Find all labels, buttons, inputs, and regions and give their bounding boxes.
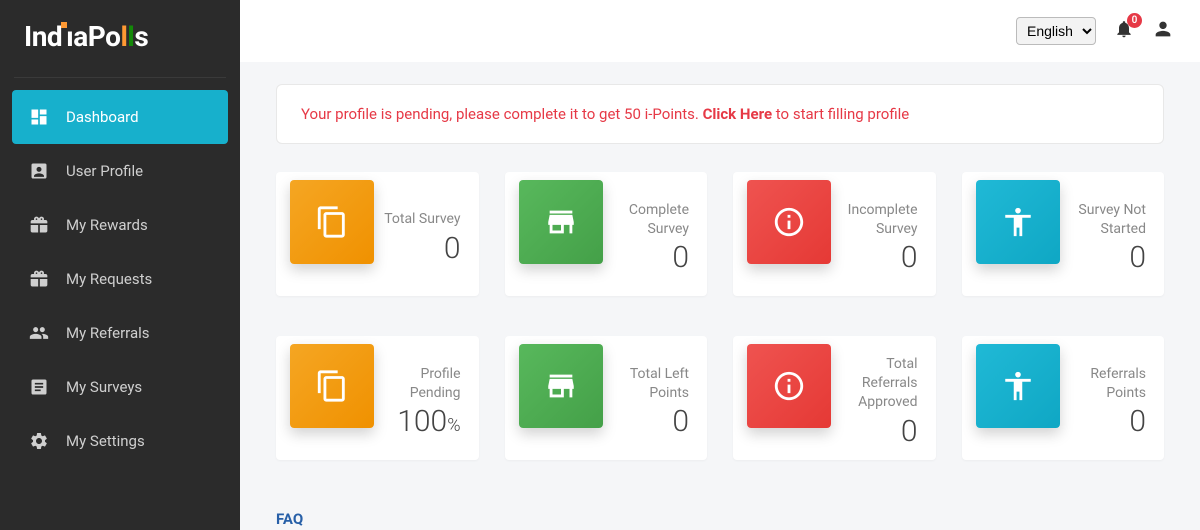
sidebar-item-label: Dashboard (66, 108, 139, 126)
store-icon (519, 344, 603, 428)
card-value: 100% (374, 404, 461, 439)
card-profile-pending: Profile Pending 100% (276, 336, 479, 460)
card-label: Total Survey (374, 210, 461, 229)
card-label: Profile Pending (374, 365, 461, 403)
sidebar-item-label: My Referrals (66, 324, 150, 342)
sidebar-item-label: My Settings (66, 432, 145, 450)
info-icon (747, 180, 831, 264)
card-total-referrals-approved: Total Referrals Approved 0 (733, 336, 936, 460)
stats-row-2: Profile Pending 100% Total Left Points 0 (276, 336, 1164, 460)
sidebar-item-my-requests[interactable]: My Requests (12, 252, 228, 306)
stats-row-1: Total Survey 0 Complete Survey 0 (276, 172, 1164, 296)
gear-icon (28, 430, 50, 452)
accessibility-icon (976, 344, 1060, 428)
card-label: Complete Survey (603, 201, 690, 239)
notifications-badge: 0 (1127, 13, 1142, 28)
gift-icon (28, 214, 50, 236)
brand-logo: IndıaPolls (0, 0, 240, 77)
sidebar-item-dashboard[interactable]: Dashboard (12, 90, 228, 144)
topbar: English 0 (240, 0, 1200, 62)
content: Your profile is pending, please complete… (240, 62, 1200, 530)
sidebar-item-my-settings[interactable]: My Settings (12, 414, 228, 468)
card-referrals-points: Referrals Points 0 (962, 336, 1165, 460)
card-value: 0 (374, 231, 461, 266)
card-label: Incomplete Survey (831, 201, 918, 239)
banner-click-here-link[interactable]: Click Here (703, 105, 772, 123)
language-select[interactable]: English (1016, 17, 1096, 45)
info-icon (747, 344, 831, 428)
card-label: Total Left Points (603, 365, 690, 403)
sidebar-item-user-profile[interactable]: User Profile (12, 144, 228, 198)
accessibility-icon (976, 180, 1060, 264)
card-label: Referrals Points (1060, 365, 1147, 403)
people-icon (28, 322, 50, 344)
person-icon (1152, 18, 1174, 40)
notifications-button[interactable]: 0 (1114, 19, 1134, 43)
banner-text-prefix: Your profile is pending, please complete… (301, 105, 703, 123)
sidebar-item-my-referrals[interactable]: My Referrals (12, 306, 228, 360)
sidebar-item-label: My Surveys (66, 378, 142, 396)
sidebar-item-my-surveys[interactable]: My Surveys (12, 360, 228, 414)
sidebar-nav: Dashboard User Profile My Rewards My Req… (0, 86, 240, 472)
banner-text-suffix: to start filling profile (772, 105, 909, 123)
card-survey-not-started: Survey Not Started 0 (962, 172, 1165, 296)
sidebar: IndıaPolls Dashboard User Profile (0, 0, 240, 530)
copy-icon (290, 180, 374, 264)
faq-link[interactable]: FAQ (276, 500, 1164, 528)
card-value: 0 (831, 414, 918, 449)
card-total-left-points: Total Left Points 0 (505, 336, 708, 460)
sidebar-item-my-rewards[interactable]: My Rewards (12, 198, 228, 252)
card-value: 0 (831, 240, 918, 275)
card-value: 0 (603, 404, 690, 439)
card-label: Survey Not Started (1060, 201, 1147, 239)
card-total-survey: Total Survey 0 (276, 172, 479, 296)
card-value: 0 (603, 240, 690, 275)
store-icon (519, 180, 603, 264)
card-value: 0 (1060, 404, 1147, 439)
gift-icon (28, 268, 50, 290)
card-label: Total Referrals Approved (831, 355, 918, 412)
sidebar-item-label: My Rewards (66, 216, 148, 234)
main: English 0 Your profile is pending, pleas… (240, 0, 1200, 530)
card-complete-survey: Complete Survey 0 (505, 172, 708, 296)
profile-menu[interactable] (1152, 18, 1174, 44)
copy-icon (290, 344, 374, 428)
user-icon (28, 160, 50, 182)
profile-pending-banner: Your profile is pending, please complete… (276, 84, 1164, 144)
dashboard-icon (28, 106, 50, 128)
card-value: 0 (1060, 240, 1147, 275)
sidebar-item-label: My Requests (66, 270, 152, 288)
card-incomplete-survey: Incomplete Survey 0 (733, 172, 936, 296)
sidebar-divider (14, 77, 226, 78)
list-icon (28, 376, 50, 398)
sidebar-item-label: User Profile (66, 162, 143, 180)
